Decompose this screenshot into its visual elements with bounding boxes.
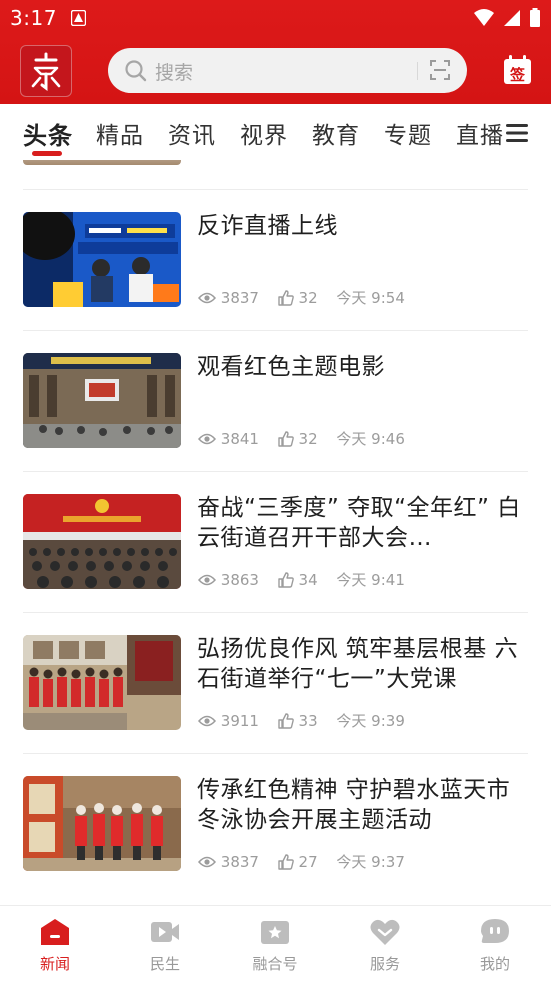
list-item[interactable]: 奋战“三季度” 夺取“全年红” 白云街道召开干部大会… 3863 34 今天 9… xyxy=(0,471,551,612)
search-bar[interactable]: 搜索 xyxy=(108,48,467,93)
tab-news[interactable]: 资讯 xyxy=(168,116,216,150)
like-icon xyxy=(278,571,294,588)
news-title: 弘扬优良作风 筑牢基层根基 六石街道举行“七一”大党课 xyxy=(197,636,519,692)
tab-featured[interactable]: 精品 xyxy=(96,116,144,150)
view-count: 3841 xyxy=(220,429,259,448)
video-icon xyxy=(151,922,179,942)
wifi-icon xyxy=(473,9,494,26)
list-item[interactable]: 观看红色主题电影 3841 32 今天 9:46 xyxy=(0,330,551,471)
view-icon xyxy=(198,292,216,303)
news-meta: 3841 32 今天 9:46 xyxy=(198,428,405,448)
nav-label: 民生 xyxy=(149,955,180,973)
nav-label: 服务 xyxy=(369,955,400,973)
bottom-navigation: 新闻 民生 融合号 服务 我的 xyxy=(0,905,551,981)
signal-icon xyxy=(503,10,520,26)
view-icon xyxy=(198,433,216,444)
news-thumbnail xyxy=(23,635,181,730)
news-thumbnail xyxy=(23,776,181,871)
list-item[interactable]: 弘扬优良作风 筑牢基层根基 六石街道举行“七一”大党课 3911 33 今天 9… xyxy=(0,612,551,753)
like-icon xyxy=(278,712,294,729)
heart-icon xyxy=(370,919,400,945)
publish-time: 今天 9:39 xyxy=(336,712,405,730)
nav-label: 新闻 xyxy=(39,955,70,973)
list-item[interactable]: 传承红色精神 守护碧水蓝天市冬泳协会开展主题活动 3837 27 今天 9:37 xyxy=(0,753,551,894)
list-item[interactable]: 反诈直播上线 3837 32 今天 9:54 xyxy=(0,189,551,330)
logo-icon xyxy=(31,52,61,91)
view-count: 3837 xyxy=(220,288,259,307)
publish-time: 今天 9:54 xyxy=(336,289,405,307)
tab-headlines[interactable]: 头条 xyxy=(23,116,73,151)
chat-face-icon xyxy=(481,919,509,943)
signin-calendar-icon[interactable]: 签 xyxy=(503,55,532,85)
view-count: 3911 xyxy=(220,711,259,730)
like-count: 32 xyxy=(298,429,318,448)
tab-live[interactable]: 直播 xyxy=(456,116,504,150)
news-thumbnail xyxy=(23,353,181,448)
tab-topics[interactable]: 专题 xyxy=(384,116,432,150)
battery-icon xyxy=(530,8,540,27)
search-divider xyxy=(417,62,418,80)
view-count: 3837 xyxy=(220,852,259,871)
search-placeholder: 搜索 xyxy=(155,62,194,84)
news-thumbnail xyxy=(23,494,181,589)
nav-media-account[interactable]: 融合号 xyxy=(220,906,330,982)
news-icon xyxy=(41,919,69,945)
news-title: 传承红色精神 守护碧水蓝天市冬泳协会开展主题活动 xyxy=(197,777,511,833)
tab-education[interactable]: 教育 xyxy=(312,116,360,150)
news-title: 奋战“三季度” 夺取“全年红” 白云街道召开干部大会… xyxy=(197,495,521,551)
signin-label: 签 xyxy=(509,66,526,84)
like-icon xyxy=(278,853,294,870)
view-icon xyxy=(198,856,216,867)
nav-label: 融合号 xyxy=(252,955,298,973)
news-meta: 3863 34 今天 9:41 xyxy=(198,569,405,589)
news-meta: 3837 27 今天 9:37 xyxy=(198,851,405,871)
like-count: 32 xyxy=(298,288,318,307)
like-count: 34 xyxy=(298,570,318,589)
news-thumbnail xyxy=(23,160,181,165)
view-icon xyxy=(198,574,216,585)
tab-vision[interactable]: 视界 xyxy=(240,116,288,150)
nav-livelihood[interactable]: 民生 xyxy=(110,906,220,982)
news-feed[interactable]: 反诈直播上线 3837 32 今天 9:54 观看红色主题电影 3841 32 … xyxy=(0,160,551,905)
nav-label: 我的 xyxy=(479,955,510,973)
like-icon xyxy=(278,430,294,447)
news-thumbnail xyxy=(23,212,181,307)
news-title: 观看红色主题电影 xyxy=(197,354,385,380)
status-bar: 3:17 xyxy=(0,0,551,36)
menu-icon[interactable] xyxy=(506,123,528,143)
news-title: 反诈直播上线 xyxy=(197,213,338,239)
app-logo[interactable] xyxy=(20,45,72,97)
partial-list-item[interactable] xyxy=(0,160,551,179)
scan-icon[interactable] xyxy=(428,58,452,82)
nav-news[interactable]: 新闻 xyxy=(0,906,110,982)
publish-time: 今天 9:41 xyxy=(336,571,405,589)
like-icon xyxy=(278,289,294,306)
publish-time: 今天 9:46 xyxy=(336,430,405,448)
status-indicators xyxy=(471,8,541,28)
notification-app-icon xyxy=(71,10,86,26)
news-meta: 3837 32 今天 9:54 xyxy=(198,287,405,307)
nav-services[interactable]: 服务 xyxy=(330,906,440,982)
view-count: 3863 xyxy=(220,570,259,589)
category-tabs: 头条 精品 资讯 视界 教育 专题 直播 xyxy=(0,104,551,160)
like-count: 33 xyxy=(298,711,318,730)
view-icon xyxy=(198,715,216,726)
active-tab-indicator xyxy=(32,151,62,156)
app-header: 3:17 搜索 签 xyxy=(0,0,551,104)
publish-time: 今天 9:37 xyxy=(336,853,405,871)
nav-profile[interactable]: 我的 xyxy=(440,906,550,982)
search-icon xyxy=(125,60,147,82)
star-badge-icon xyxy=(261,921,289,944)
like-count: 27 xyxy=(298,852,318,871)
news-meta: 3911 33 今天 9:39 xyxy=(198,710,405,730)
status-time: 3:17 xyxy=(10,6,57,30)
